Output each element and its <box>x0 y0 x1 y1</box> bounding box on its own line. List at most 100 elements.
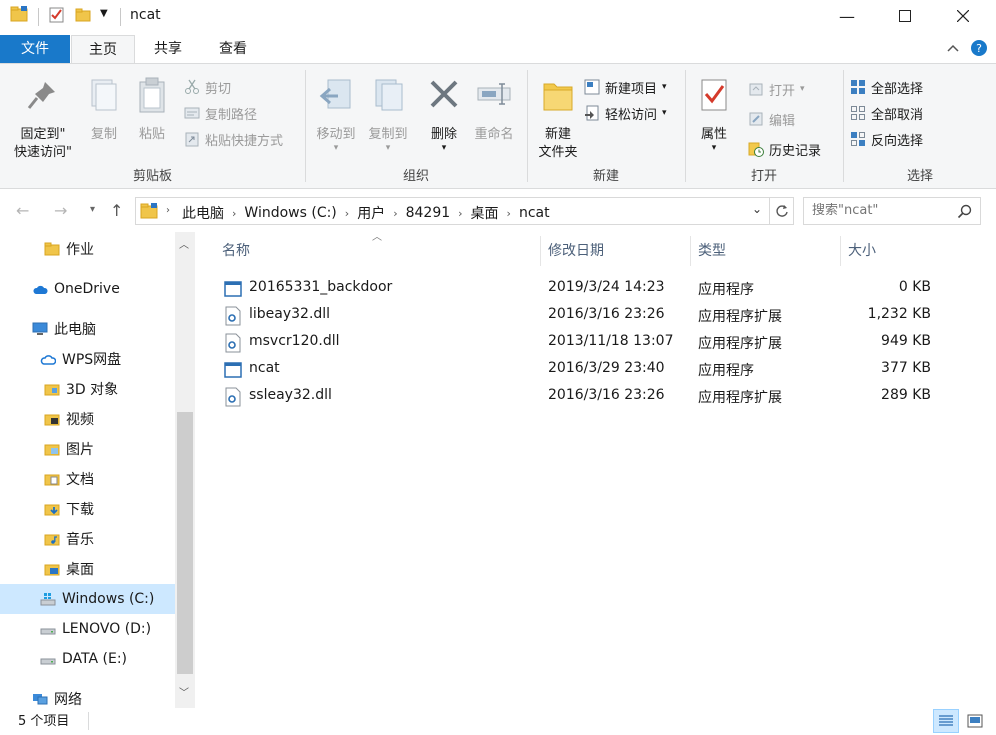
sidebar-item-onedrive[interactable]: OneDrive <box>32 274 120 304</box>
copy-to-icon <box>375 79 403 111</box>
sidebar-item-label: 3D 对象 <box>66 382 119 398</box>
select-all-button[interactable]: 全部选择 <box>850 76 923 98</box>
scroll-down-arrow[interactable]: ﹀ <box>179 684 189 699</box>
sidebar-item-3d-objects[interactable]: 3D 对象 <box>44 374 118 404</box>
pictures-folder-icon <box>44 444 60 456</box>
scroll-up-arrow[interactable]: ︿ <box>179 236 189 251</box>
tab-file[interactable]: 文件 <box>0 35 70 63</box>
table-row[interactable]: ncat 2016/3/29 23:40 应用程序 377 KB <box>218 356 938 383</box>
paste-shortcut-icon <box>185 132 199 147</box>
search-icon[interactable] <box>957 204 972 219</box>
details-view-button[interactable] <box>933 709 959 733</box>
sidebar-scrollbar[interactable]: ︿ ﹀ <box>175 232 195 708</box>
sidebar-item-desktop[interactable]: 桌面 <box>44 554 94 584</box>
refresh-button[interactable] <box>770 197 794 225</box>
move-to-button[interactable]: 移动到 ▾ <box>310 76 362 153</box>
sidebar-item-lenovo-d[interactable]: LENOVO (D:) <box>40 614 151 644</box>
forward-button[interactable]: → <box>54 201 67 220</box>
large-icons-view-button[interactable] <box>962 709 988 733</box>
breadcrumb-ncat[interactable]: ncat <box>519 205 550 221</box>
sidebar-item-documents[interactable]: 文档 <box>44 464 94 494</box>
help-icon[interactable]: ? <box>970 39 988 57</box>
breadcrumb-this-pc[interactable]: 此电脑 <box>182 203 224 223</box>
new-item-button[interactable]: 新建项目 ▾ <box>584 76 667 98</box>
properties-button[interactable]: 属性 ▾ <box>690 76 738 153</box>
sidebar-item-label: WPS网盘 <box>62 352 122 368</box>
address-bar[interactable]: › 此电脑 › Windows (C:) › 用户 › 84291 › 桌面 ›… <box>135 197 770 225</box>
sidebar-item-music[interactable]: 音乐 <box>44 524 94 554</box>
sidebar-item-data-e[interactable]: DATA (E:) <box>40 644 127 674</box>
invert-selection-button[interactable]: 反向选择 <box>850 128 923 150</box>
delete-button[interactable]: 删除 ▾ <box>422 76 466 153</box>
dll-icon <box>225 306 241 326</box>
file-list: ︿ 名称 修改日期 类型 大小 20165331_backdoor 2019/3… <box>196 232 996 708</box>
search-box[interactable] <box>803 197 981 225</box>
table-row[interactable]: 20165331_backdoor 2019/3/24 14:23 应用程序 0… <box>218 275 938 302</box>
breadcrumb-root-chevron[interactable]: › <box>166 205 170 216</box>
new-folder-quick-icon[interactable] <box>74 6 92 24</box>
sidebar-item-homework[interactable]: 作业 <box>44 234 94 264</box>
breadcrumb-desktop[interactable]: 桌面 <box>471 203 499 223</box>
computer-icon <box>32 322 48 335</box>
select-none-button[interactable]: 全部取消 <box>850 102 923 124</box>
copy-to-button[interactable]: 复制到 ▾ <box>362 76 414 153</box>
column-header-date[interactable]: 修改日期 <box>548 240 604 260</box>
properties-quick-icon[interactable] <box>48 6 66 24</box>
select-group: 全部选择 全部取消 反向选择 选择 <box>844 68 996 186</box>
pin-quick-access-button[interactable]: 固定到" 快速访问" <box>8 76 78 162</box>
search-input[interactable] <box>812 203 952 218</box>
paste-shortcut-button[interactable]: 粘贴快捷方式 <box>184 128 283 150</box>
select-all-icon <box>851 80 865 94</box>
history-button[interactable]: 历史记录 <box>748 138 821 160</box>
rename-button[interactable]: 重命名 <box>468 76 520 144</box>
cut-button[interactable]: 剪切 <box>184 76 231 98</box>
breadcrumb-windows-c[interactable]: Windows (C:) <box>244 205 336 221</box>
sidebar-item-wps-drive[interactable]: WPS网盘 <box>40 344 121 374</box>
up-button[interactable]: ↑ <box>110 201 123 220</box>
clipboard-group: 固定到" 快速访问" 复制 粘贴 剪切 复制路径 粘贴快捷方式 剪贴板 <box>0 68 305 186</box>
breadcrumb-84291[interactable]: 84291 <box>406 205 451 221</box>
table-row[interactable]: libeay32.dll 2016/3/16 23:26 应用程序扩展 1,23… <box>218 302 938 329</box>
back-button[interactable]: ← <box>16 201 29 220</box>
address-history-dropdown[interactable]: ⌄ <box>752 202 762 216</box>
new-folder-button[interactable]: 新建 文件夹 <box>530 76 586 162</box>
sidebar-item-downloads[interactable]: 下载 <box>44 494 94 524</box>
ribbon: 固定到" 快速访问" 复制 粘贴 剪切 复制路径 粘贴快捷方式 剪贴板 移动到 … <box>0 63 996 189</box>
column-header-name[interactable]: 名称 <box>222 240 250 260</box>
tab-home[interactable]: 主页 <box>71 35 135 63</box>
collapse-ribbon-icon[interactable] <box>946 43 960 53</box>
edit-button[interactable]: 编辑 <box>748 108 795 130</box>
location-folder-icon <box>140 203 158 219</box>
copy-button[interactable]: 复制 <box>82 76 126 144</box>
table-row[interactable]: ssleay32.dll 2016/3/16 23:26 应用程序扩展 289 … <box>218 383 938 410</box>
minimize-button[interactable]: — <box>818 0 876 32</box>
recent-locations-button[interactable]: ▾ <box>90 204 95 215</box>
network-icon <box>33 694 48 705</box>
rename-label: 重命名 <box>474 127 514 142</box>
sidebar-item-pictures[interactable]: 图片 <box>44 434 94 464</box>
scrollbar-thumb[interactable] <box>177 412 193 674</box>
column-header-size[interactable]: 大小 <box>848 240 876 260</box>
tab-share[interactable]: 共享 <box>140 35 196 63</box>
maximize-button[interactable] <box>876 0 934 32</box>
easy-access-button[interactable]: 轻松访问 ▾ <box>584 102 667 124</box>
drive-icon <box>40 628 56 635</box>
sidebar-item-windows-c[interactable]: Windows (C:) <box>0 584 175 614</box>
breadcrumb-users[interactable]: 用户 <box>357 203 385 223</box>
sidebar-item-videos[interactable]: 视频 <box>44 404 94 434</box>
easy-access-icon <box>585 105 599 121</box>
sidebar-item-this-pc[interactable]: 此电脑 <box>32 314 96 344</box>
open-button[interactable]: 打开 ▾ <box>748 78 805 100</box>
folder-app-icon[interactable] <box>10 5 30 23</box>
copy-path-button[interactable]: 复制路径 <box>184 102 257 124</box>
column-header-type[interactable]: 类型 <box>698 240 726 260</box>
select-none-icon <box>851 106 865 120</box>
file-type: 应用程序 <box>698 363 754 379</box>
table-row[interactable]: msvcr120.dll 2013/11/18 13:07 应用程序扩展 949… <box>218 329 938 356</box>
paste-button[interactable]: 粘贴 <box>130 76 174 144</box>
customize-toolbar-icon[interactable]: ▼ <box>100 8 108 19</box>
easy-access-label: 轻松访问 <box>605 107 658 123</box>
tab-view[interactable]: 查看 <box>205 35 261 63</box>
move-to-label: 移动到 <box>316 127 356 142</box>
close-button[interactable] <box>934 0 992 32</box>
